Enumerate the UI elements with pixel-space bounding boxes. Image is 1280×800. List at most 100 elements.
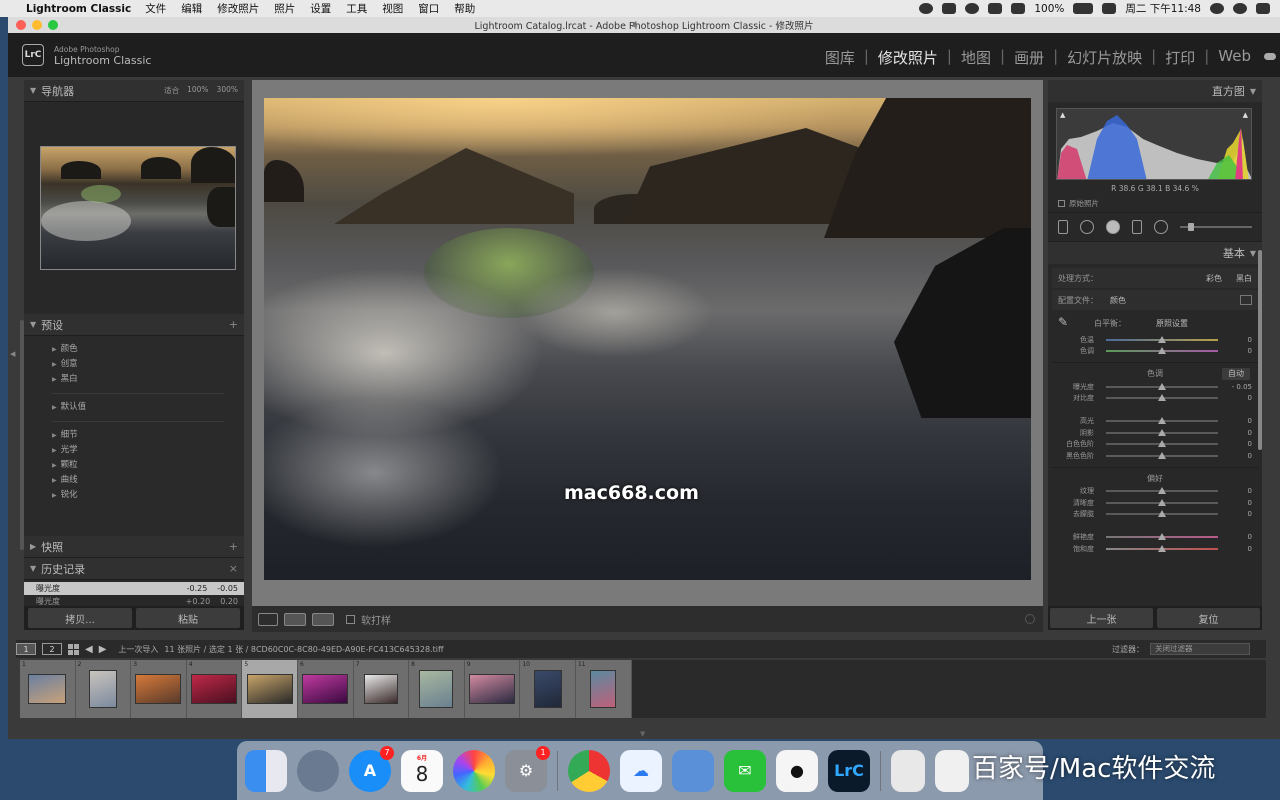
preset-folder[interactable]: ▶ 光学 (52, 443, 244, 458)
lightroom-dock-icon[interactable]: LrC (828, 749, 870, 792)
slider-track[interactable] (1106, 451, 1218, 459)
module-tab[interactable]: 地图 (952, 47, 1000, 68)
chrome-icon[interactable] (568, 749, 610, 792)
slider-track[interactable] (1106, 428, 1218, 436)
preset-folder[interactable]: ▶ 颗粒 (52, 458, 244, 473)
slider-track[interactable] (1106, 544, 1218, 552)
slider-track[interactable] (1106, 533, 1218, 541)
slider-knob[interactable] (1158, 347, 1166, 355)
user-icon[interactable] (1233, 3, 1247, 14)
slider-value[interactable]: 0 (1224, 499, 1252, 507)
preset-folder[interactable]: ▶ 锐化 (52, 488, 244, 503)
menu-item[interactable]: 工具 (346, 1, 367, 16)
filmstrip-thumbnail[interactable] (191, 674, 238, 704)
add-snapshot-icon[interactable]: + (229, 540, 238, 553)
auto-tone-button[interactable]: 自动 (1222, 368, 1250, 380)
brush-slider[interactable] (1180, 223, 1252, 231)
filmstrip-thumbnail[interactable] (363, 674, 398, 704)
filmstrip-cell[interactable]: 5 (242, 660, 298, 718)
baidu-netdisk-icon[interactable]: ☁ (620, 749, 662, 792)
menu-item[interactable]: 照片 (274, 1, 295, 16)
main-screen-button[interactable]: 1 (16, 643, 36, 655)
filmstrip-thumbnail[interactable] (88, 670, 117, 708)
module-tab[interactable]: Web (1209, 47, 1260, 68)
slider-value[interactable]: 0 (1224, 487, 1252, 495)
original-photo-checkbox[interactable] (1058, 200, 1065, 207)
preset-folder[interactable]: ▶ 颜色 (52, 342, 244, 357)
loupe-view-icon[interactable] (258, 612, 278, 626)
filmstrip-thumbnail[interactable] (302, 674, 349, 704)
basic-header[interactable]: 基本 ▼ (1048, 242, 1262, 264)
filmstrip-thumbnail[interactable] (135, 674, 182, 704)
slider-knob[interactable] (1158, 510, 1166, 518)
filmstrip-cell[interactable]: 1 (20, 660, 76, 718)
slider-row[interactable]: 高光 0 (1052, 416, 1258, 428)
battery-icon[interactable] (1073, 3, 1094, 14)
copy-settings-button[interactable]: 拷贝... (28, 608, 132, 628)
filmstrip-thumbnail[interactable] (469, 674, 516, 704)
slider-row[interactable]: 饱和度 0 (1052, 543, 1258, 555)
preset-folder[interactable]: ▶ 曲线 (52, 473, 244, 488)
second-screen-button[interactable]: 2 (42, 643, 62, 655)
filmstrip-thumbnail[interactable] (419, 670, 454, 708)
profile-select[interactable]: 颜色 (1110, 295, 1126, 306)
slider-track[interactable] (1106, 347, 1218, 355)
top-panel-toggle-icon[interactable]: ▲ (632, 20, 637, 28)
filmstrip-cell[interactable]: 11 (576, 660, 632, 718)
qq-icon[interactable]: ● (776, 749, 818, 792)
slider-value[interactable]: 0 (1224, 533, 1252, 541)
preset-folder[interactable]: ▶ 默认值 (52, 400, 244, 415)
wb-select[interactable]: 原照设置 (1156, 318, 1188, 329)
spotlight-search-icon[interactable] (1210, 3, 1224, 14)
forward-arrow-icon[interactable]: ▶ (99, 644, 107, 655)
app-store-icon[interactable]: A7 (349, 745, 394, 792)
grid-view-icon[interactable] (68, 643, 79, 655)
menu-item[interactable]: 视图 (382, 1, 403, 16)
app-menu[interactable]: Lightroom Classic (26, 3, 131, 15)
back-arrow-icon[interactable]: ◀ (85, 644, 93, 655)
previous-settings-button[interactable]: 上一张 (1050, 608, 1153, 628)
slider-row[interactable]: 白色色阶 0 (1052, 439, 1258, 451)
launchpad-icon[interactable] (297, 749, 339, 792)
histogram-header[interactable]: 直方图 ▼ (1048, 80, 1262, 102)
slider-knob[interactable] (1158, 335, 1166, 343)
slider-knob[interactable] (1158, 417, 1166, 425)
slider-row[interactable]: 曝光度 - 0.05 (1052, 381, 1258, 393)
slider-track[interactable] (1106, 382, 1218, 390)
slider-row[interactable]: 鲜艳度 0 (1052, 532, 1258, 544)
treatment-bw-option[interactable]: 黑白 (1236, 273, 1252, 284)
bottom-panel-toggle-icon[interactable]: ▼ (640, 730, 645, 738)
slider-row[interactable]: 色温 0 (1052, 334, 1258, 346)
module-tab[interactable]: 图库 (816, 47, 864, 68)
menu-item[interactable]: 设置 (310, 1, 331, 16)
filmstrip-cell[interactable]: 9 (465, 660, 521, 718)
slider-value[interactable]: 0 (1224, 347, 1252, 355)
slider-track[interactable] (1106, 510, 1218, 518)
navigator-preview[interactable] (40, 146, 236, 270)
menu-item[interactable]: 修改照片 (217, 1, 259, 16)
slider-value[interactable]: 0 (1224, 440, 1252, 448)
preset-folder[interactable]: ▶ 创意 (52, 357, 244, 372)
menu-clock[interactable]: 周二 下午11:48 (1125, 1, 1201, 16)
wifi-icon[interactable] (1011, 3, 1026, 14)
slider-row[interactable]: 去朦胧 0 (1052, 509, 1258, 521)
treatment-color-option[interactable]: 彩色 (1206, 273, 1222, 284)
module-tab[interactable]: 幻灯片放映 (1058, 47, 1151, 68)
filmstrip-source[interactable]: 上一次导入 (118, 644, 158, 655)
zoom-300-option[interactable]: 300% (217, 85, 238, 96)
slider-row[interactable]: 色调 0 (1052, 346, 1258, 358)
toolbar-menu-icon[interactable] (1025, 614, 1035, 624)
slider-value[interactable]: 0 (1224, 545, 1252, 553)
slider-row[interactable]: 阴影 0 (1052, 427, 1258, 439)
photos-icon[interactable] (453, 749, 495, 792)
filter-select[interactable]: 关闭过滤器 (1150, 643, 1250, 655)
slider-knob[interactable] (1158, 394, 1166, 402)
filmstrip-cell[interactable]: 2 (76, 660, 132, 718)
control-center-icon[interactable] (1256, 3, 1270, 14)
module-tab[interactable]: 修改照片 (869, 47, 947, 68)
slider-knob[interactable] (1158, 382, 1166, 390)
slider-knob[interactable] (1158, 428, 1166, 436)
zoom-fit-option[interactable]: 适合 (164, 85, 179, 96)
preset-folder[interactable]: ▶ 细节 (52, 428, 244, 443)
creative-cloud-icon[interactable] (919, 3, 934, 14)
